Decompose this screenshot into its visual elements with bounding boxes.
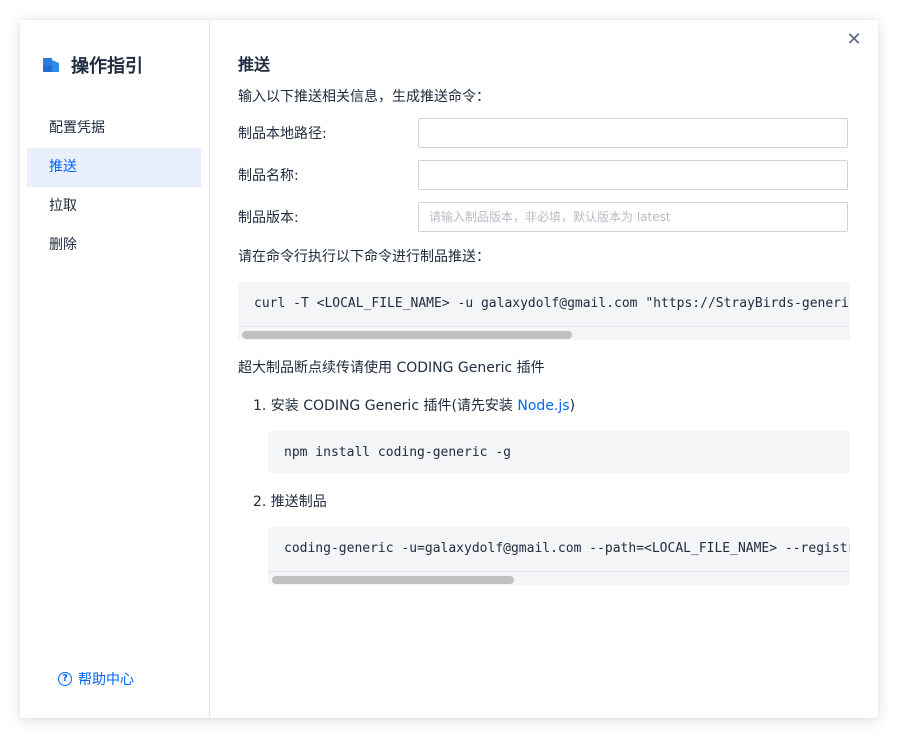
sidebar-item-push[interactable]: 推送 — [27, 148, 201, 187]
sidebar-item-label: 配置凭据 — [49, 120, 105, 136]
guide-modal: 操作指引 配置凭据 推送 拉取 删除 ? 帮助中心 ✕ 推送 输入以下推送相关信… — [20, 20, 878, 718]
version-input[interactable] — [418, 202, 848, 232]
version-label: 制品版本: — [238, 210, 299, 226]
command-title: 请在命令行执行以下命令进行制品推送： — [238, 249, 490, 265]
path-label: 制品本地路径: — [238, 126, 327, 142]
install-command-text: npm install coding-generic -g — [284, 445, 511, 460]
generic-command-block[interactable]: coding-generic -u=galaxydolf@gmail.com -… — [268, 527, 850, 585]
push-command-scrollbar[interactable] — [238, 326, 850, 340]
push-command-block[interactable]: curl -T <LOCAL_FILE_NAME> -u galaxydolf@… — [238, 282, 850, 340]
plugin-title: 超大制品断点续传请使用 CODING Generic 插件 — [238, 360, 545, 376]
step2-label: 2. 推送制品 — [253, 494, 327, 510]
form-row-version: 制品版本: — [238, 202, 850, 232]
generic-command-scrollbar[interactable] — [268, 571, 850, 585]
push-command-text: curl -T <LOCAL_FILE_NAME> -u galaxydolf@… — [254, 296, 850, 311]
scrollbar-thumb[interactable] — [242, 331, 572, 339]
sidebar-item-label: 推送 — [49, 159, 77, 175]
name-label: 制品名称: — [238, 168, 299, 184]
form-row-path: 制品本地路径: — [238, 118, 850, 148]
sidebar-item-credentials[interactable]: 配置凭据 — [27, 109, 201, 148]
intro-text: 输入以下推送相关信息，生成推送命令： — [238, 89, 490, 105]
help-center-label: 帮助中心 — [78, 672, 134, 688]
scrollbar-thumb[interactable] — [272, 576, 514, 584]
install-command-block[interactable]: npm install coding-generic -g — [268, 431, 850, 473]
book-icon — [43, 58, 59, 72]
form-row-name: 制品名称: — [238, 160, 850, 190]
generic-command-text: coding-generic -u=galaxydolf@gmail.com -… — [284, 541, 850, 556]
step1-text: 1. 安装 CODING Generic 插件(请先安装 Node.js) — [253, 395, 575, 415]
help-center-link[interactable]: ? 帮助中心 — [58, 669, 134, 689]
step1-prefix: 1. 安装 CODING Generic 插件(请先安装 — [253, 398, 518, 414]
sidebar-nav: 配置凭据 推送 拉取 删除 — [27, 109, 201, 265]
main-content: ✕ 推送 输入以下推送相关信息，生成推送命令： 制品本地路径: 制品名称: 制品… — [210, 20, 878, 718]
close-icon[interactable]: ✕ — [844, 30, 864, 50]
sidebar-item-pull[interactable]: 拉取 — [27, 187, 201, 226]
sidebar: 操作指引 配置凭据 推送 拉取 删除 ? 帮助中心 — [20, 20, 210, 718]
sidebar-title: 操作指引 — [42, 52, 143, 78]
sidebar-item-delete[interactable]: 删除 — [27, 226, 201, 265]
local-path-input[interactable] — [418, 118, 848, 148]
sidebar-item-label: 删除 — [49, 237, 77, 253]
step1-suffix: ) — [569, 398, 576, 414]
page-title: 推送 — [238, 55, 271, 74]
sidebar-item-label: 拉取 — [49, 198, 77, 214]
artifact-name-input[interactable] — [418, 160, 848, 190]
nodejs-link[interactable]: Node.js — [517, 398, 569, 414]
question-circle-icon: ? — [58, 672, 72, 686]
sidebar-title-text: 操作指引 — [71, 56, 143, 77]
